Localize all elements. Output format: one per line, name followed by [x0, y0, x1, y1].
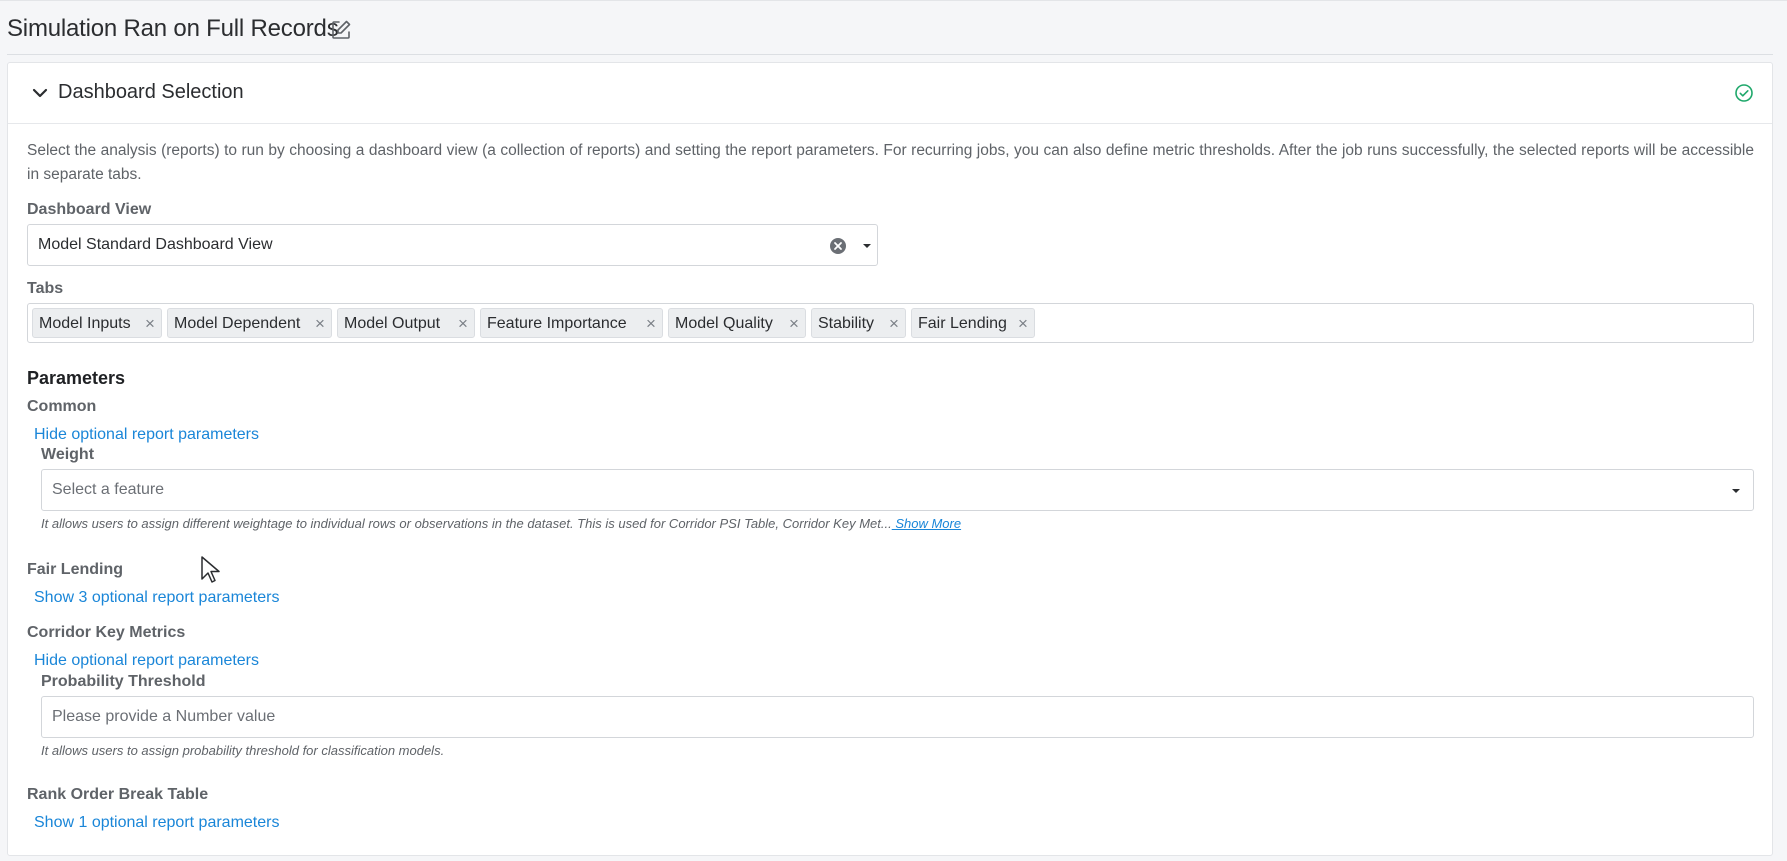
- corridor-key-metrics-label: Corridor Key Metrics: [27, 624, 186, 641]
- parameters-heading: Parameters: [27, 368, 126, 388]
- common-label: Common: [27, 398, 97, 415]
- tag-label: Fair Lending: [918, 315, 1007, 332]
- dashboard-selection-card: Dashboard Selection Select the analysis …: [7, 62, 1773, 856]
- tabs-multiselect[interactable]: Model Inputs × Model Dependent × Model O…: [27, 303, 1754, 343]
- tab-tag-fair-lending: Fair Lending ×: [911, 308, 1035, 338]
- page-header: Simulation Ran on Full Records: [0, 0, 1787, 56]
- show-more-link[interactable]: Show More: [892, 516, 961, 531]
- tag-label: Model Quality: [675, 315, 773, 332]
- probability-threshold-input[interactable]: Please provide a Number value: [41, 696, 1754, 738]
- tab-tag-feature-importance: Feature Importance ×: [480, 308, 663, 338]
- hide-corridor-params-link[interactable]: Hide optional report parameters: [34, 652, 259, 670]
- mouse-cursor-icon: [200, 555, 222, 585]
- fair-lending-label: Fair Lending: [27, 561, 123, 578]
- weight-placeholder: Select a feature: [52, 481, 165, 498]
- show-rank-order-params-link[interactable]: Show 1 optional report parameters: [34, 814, 279, 832]
- probability-threshold-placeholder: Please provide a Number value: [52, 708, 276, 725]
- header-divider: [7, 54, 1773, 55]
- remove-tag-icon[interactable]: ×: [458, 314, 468, 334]
- caret-down-icon[interactable]: [1727, 482, 1745, 500]
- dashboard-view-select[interactable]: Model Standard Dashboard View: [27, 224, 878, 266]
- tab-tag-model-dependent: Model Dependent ×: [167, 308, 332, 338]
- tab-tag-model-quality: Model Quality ×: [668, 308, 806, 338]
- card-title: Dashboard Selection: [58, 81, 244, 103]
- weight-select[interactable]: Select a feature: [41, 469, 1754, 511]
- tag-label: Stability: [818, 315, 875, 332]
- tag-label: Model Inputs: [39, 315, 131, 332]
- dashboard-view-value: Model Standard Dashboard View: [38, 236, 273, 253]
- probability-threshold-label: Probability Threshold: [41, 673, 206, 690]
- probability-threshold-help: It allows users to assign probability th…: [41, 743, 445, 758]
- remove-tag-icon[interactable]: ×: [789, 314, 799, 334]
- page-title: Simulation Ran on Full Records: [7, 15, 339, 42]
- tab-tag-model-inputs: Model Inputs ×: [32, 308, 162, 338]
- card-description: Select the analysis (reports) to run by …: [27, 142, 1754, 183]
- dashboard-view-label: Dashboard View: [27, 201, 152, 218]
- remove-tag-icon[interactable]: ×: [889, 314, 899, 334]
- edit-icon[interactable]: [330, 19, 352, 41]
- remove-tag-icon[interactable]: ×: [315, 314, 325, 334]
- clear-icon[interactable]: [829, 237, 847, 255]
- chevron-down-icon[interactable]: [30, 83, 50, 103]
- weight-help-text: It allows users to assign different weig…: [41, 516, 961, 531]
- check-circle-icon: [1734, 83, 1754, 103]
- weight-help: It allows users to assign different weig…: [41, 516, 892, 531]
- show-fair-lending-params-link[interactable]: Show 3 optional report parameters: [34, 589, 279, 607]
- tag-label: Feature Importance: [487, 315, 627, 332]
- caret-down-icon[interactable]: [858, 237, 876, 255]
- rank-order-break-table-label: Rank Order Break Table: [27, 786, 209, 803]
- remove-tag-icon[interactable]: ×: [1018, 314, 1028, 334]
- tab-tag-stability: Stability ×: [811, 308, 906, 338]
- tab-tag-model-output: Model Output ×: [337, 308, 475, 338]
- tabs-label: Tabs: [27, 280, 64, 297]
- remove-tag-icon[interactable]: ×: [145, 314, 155, 334]
- remove-tag-icon[interactable]: ×: [646, 314, 656, 334]
- tag-label: Model Dependent: [174, 315, 301, 332]
- card-header[interactable]: Dashboard Selection: [8, 63, 1772, 124]
- hide-common-params-link[interactable]: Hide optional report parameters: [34, 426, 259, 444]
- weight-label: Weight: [41, 446, 95, 463]
- tag-label: Model Output: [344, 315, 441, 332]
